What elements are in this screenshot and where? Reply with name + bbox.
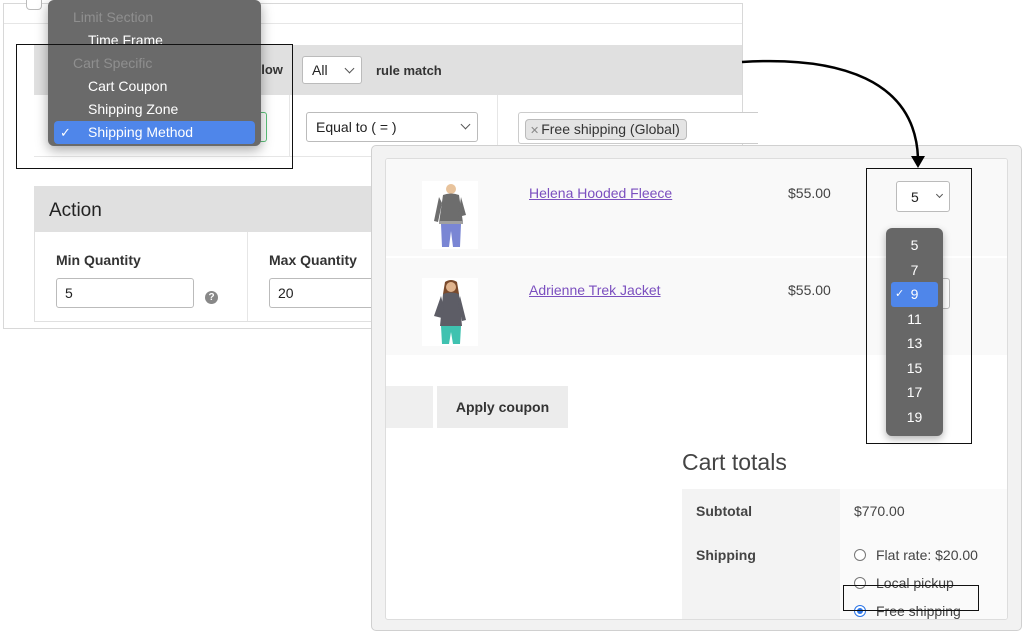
apply-coupon-button[interactable]: Apply coupon [437,386,568,428]
quantity-option[interactable]: 11 [886,307,943,332]
callout-box-free-shipping [843,585,979,611]
rule-match-label: rule match [376,63,442,78]
quantity-option[interactable]: 13 [886,331,943,356]
arrow-line [741,59,920,159]
quantity-option[interactable]: 15 [886,356,943,381]
quantity-option[interactable]: 17 [886,380,943,405]
quantity-option-label: 9 [910,286,919,302]
remove-tag-icon[interactable]: ✕ [530,125,539,137]
column-divider [247,232,248,321]
quantity-option[interactable]: 7 [886,258,943,283]
min-quantity-label: Min Quantity [56,252,141,268]
product-image-jacket[interactable] [422,278,478,346]
match-type-select[interactable]: All [302,56,362,84]
radio-button[interactable] [854,549,866,561]
shipping-option-label: Flat rate: $20.00 [876,547,978,563]
quantity-option[interactable]: 19 [886,405,943,430]
min-quantity-input[interactable]: 5 [56,278,194,308]
shipping-label: Shipping [682,533,840,619]
quantity-option[interactable]: 5 [886,233,943,258]
product-price: $55.00 [788,282,831,298]
tag-label: Free shipping (Global) [541,121,680,137]
operator-value: Equal to ( = ) [316,119,397,135]
operator-select[interactable]: Equal to ( = ) [306,112,478,142]
selected-tag: ✕ Free shipping (Global) [525,119,687,140]
coupon-code-input[interactable] [386,386,433,428]
checkmark-icon: ✓ [895,288,905,300]
shipping-method-multiselect[interactable]: ✕ Free shipping (Global) [518,112,758,144]
callout-box-menu [16,44,293,169]
product-price: $55.00 [788,185,831,201]
subtotal-row: Subtotal $770.00 [682,489,1007,533]
cart-totals-title: Cart totals [682,449,787,475]
shipping-option-flat-rate[interactable]: Flat rate: $20.00 [854,547,978,563]
product-link[interactable]: Adrienne Trek Jacket [529,282,661,298]
match-type-value: All [312,62,328,78]
product-link[interactable]: Helena Hooded Fleece [529,185,672,201]
menu-group-label: Limit Section [73,9,154,25]
subtotal-label: Subtotal [682,489,840,533]
row-checkbox[interactable] [26,0,42,10]
subtotal-value: $770.00 [840,489,1007,533]
question-circle-icon[interactable]: ? [205,291,218,304]
chevron-down-icon [344,63,355,74]
quantity-options-menu: 5 7 ✓ 9 11 13 15 17 19 [886,228,943,436]
quantity-option-selected[interactable]: ✓ 9 [891,282,938,307]
product-image-hoodie[interactable] [422,181,478,249]
max-quantity-label: Max Quantity [269,252,357,268]
chevron-down-icon [460,119,471,130]
